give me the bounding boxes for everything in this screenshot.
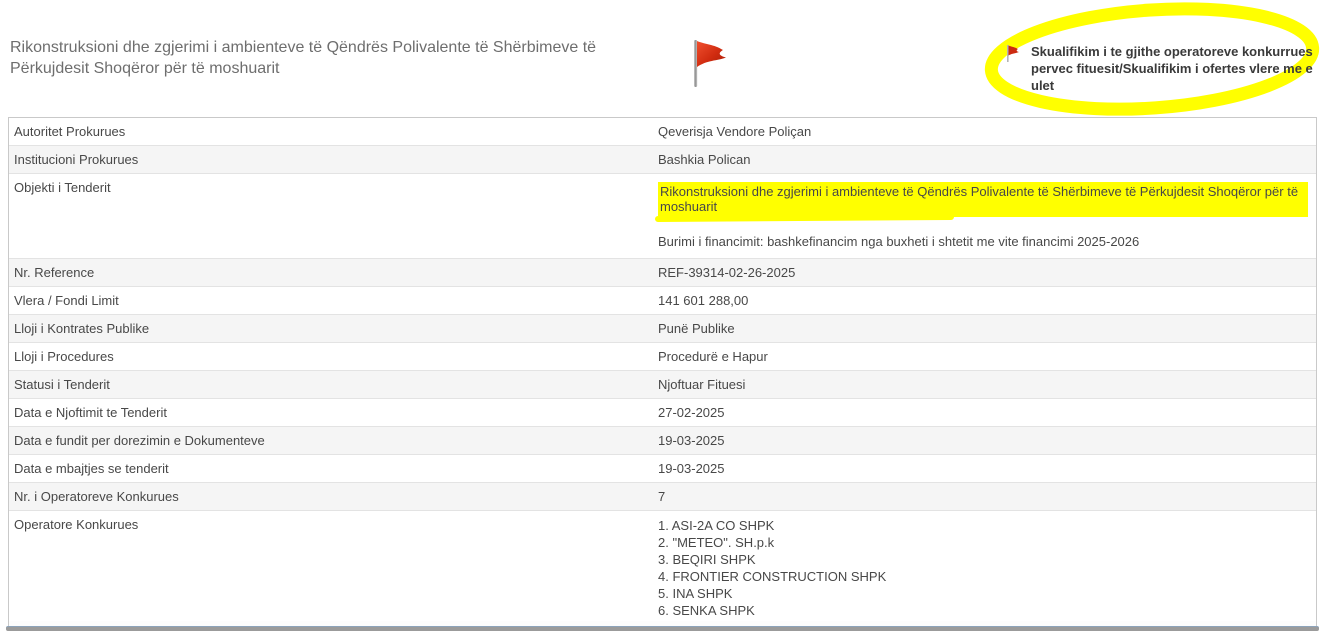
table-row: Nr. i Operatoreve Konkurues 7 — [9, 483, 1316, 511]
tender-detail-page: Rikonstruksioni dhe zgjerimi i ambientev… — [0, 0, 1342, 631]
row-label: Data e mbajtjes se tenderit — [9, 455, 658, 482]
row-value: 19-03-2025 — [658, 427, 1316, 454]
operator-item: 6. SENKA SHPK — [658, 602, 1308, 619]
table-row-operators: Operatore Konkurues 1. ASI-2A CO SHPK 2.… — [9, 511, 1316, 631]
table-row: Institucioni Prokurues Bashkia Polican — [9, 146, 1316, 174]
table-row: Data e fundit per dorezimin e Dokumentev… — [9, 427, 1316, 455]
row-label: Autoritet Prokurues — [9, 118, 658, 145]
table-row: Data e mbajtjes se tenderit 19-03-2025 — [9, 455, 1316, 483]
row-label: Nr. Reference — [9, 259, 658, 286]
row-value: Procedurë e Hapur — [658, 343, 1316, 370]
row-label: Nr. i Operatoreve Konkurues — [9, 483, 658, 510]
operator-item: 1. ASI-2A CO SHPK — [658, 517, 1308, 534]
row-label: Data e fundit per dorezimin e Dokumentev… — [9, 427, 658, 454]
row-value: Rikonstruksioni dhe zgjerimi i ambientev… — [658, 174, 1316, 258]
table-row: Autoritet Prokurues Qeverisja Vendore Po… — [9, 118, 1316, 146]
disqualification-note: Skualifikim i te gjithe operatoreve konk… — [1031, 43, 1313, 94]
table-row: Nr. Reference REF-39314-02-26-2025 — [9, 259, 1316, 287]
table-row: Data e Njoftimit te Tenderit 27-02-2025 — [9, 399, 1316, 427]
highlighted-tender-object: Rikonstruksioni dhe zgjerimi i ambientev… — [658, 182, 1308, 217]
row-value: 7 — [658, 483, 1316, 510]
red-flag-icon — [685, 36, 737, 90]
row-value: Punë Publike — [658, 315, 1316, 342]
table-row: Statusi i Tenderit Njoftuar Fituesi — [9, 371, 1316, 399]
row-value: Njoftuar Fituesi — [658, 371, 1316, 398]
row-value: Qeverisja Vendore Poliçan — [658, 118, 1316, 145]
row-label: Objekti i Tenderit — [9, 174, 658, 258]
row-label: Institucioni Prokurues — [9, 146, 658, 173]
operator-item: 4. FRONTIER CONSTRUCTION SHPK — [658, 568, 1308, 585]
row-value: 27-02-2025 — [658, 399, 1316, 426]
table-row-objekti: Objekti i Tenderit Rikonstruksioni dhe z… — [9, 174, 1316, 259]
operator-item: 2. "METEO". SH.p.k — [658, 534, 1308, 551]
row-label: Operatore Konkurues — [9, 511, 658, 631]
competing-operators-list: 1. ASI-2A CO SHPK 2. "METEO". SH.p.k 3. … — [658, 511, 1316, 631]
financing-source: Burimi i financimit: bashkefinancim nga … — [658, 234, 1308, 249]
page-title: Rikonstruksioni dhe zgjerimi i ambientev… — [10, 37, 640, 79]
table-row: Vlera / Fondi Limit 141 601 288,00 — [9, 287, 1316, 315]
tender-info-table: Autoritet Prokurues Qeverisja Vendore Po… — [8, 117, 1317, 631]
operator-item: 3. BEQIRI SHPK — [658, 551, 1308, 568]
row-label: Lloji i Procedures — [9, 343, 658, 370]
cutoff-section-bar — [6, 626, 1319, 631]
row-value: REF-39314-02-26-2025 — [658, 259, 1316, 286]
row-label: Vlera / Fondi Limit — [9, 287, 658, 314]
row-value: Bashkia Polican — [658, 146, 1316, 173]
row-value: 19-03-2025 — [658, 455, 1316, 482]
row-label: Lloji i Kontrates Publike — [9, 315, 658, 342]
operator-item: 5. INA SHPK — [658, 585, 1308, 602]
row-label: Statusi i Tenderit — [9, 371, 658, 398]
red-flag-small-icon — [1004, 44, 1023, 64]
table-row: Lloji i Procedures Procedurë e Hapur — [9, 343, 1316, 371]
table-row: Lloji i Kontrates Publike Punë Publike — [9, 315, 1316, 343]
row-label: Data e Njoftimit te Tenderit — [9, 399, 658, 426]
row-value: 141 601 288,00 — [658, 287, 1316, 314]
